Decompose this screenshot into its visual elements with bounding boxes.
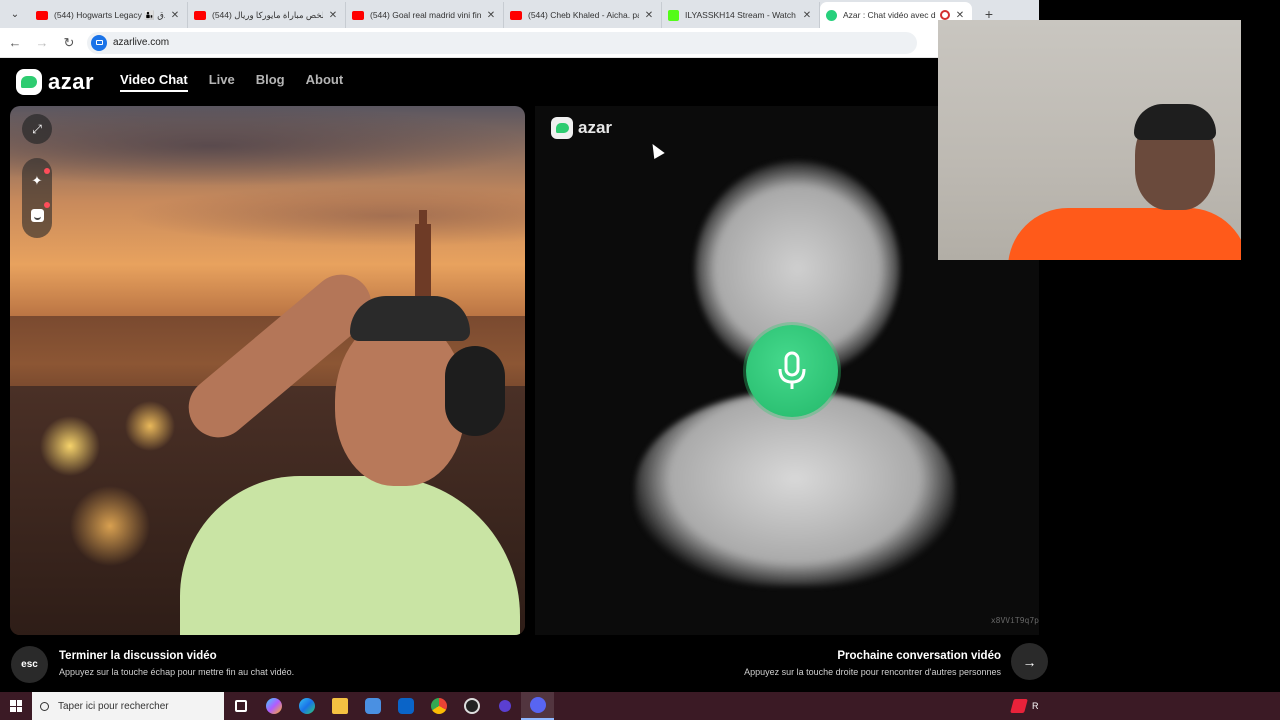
url-field[interactable]: azarlive.com: [87, 31, 917, 54]
tab-title: ILYASSKH14 Stream - Watch Liv...: [685, 10, 797, 20]
azar-logo-text: azar: [48, 69, 95, 94]
nav-blog[interactable]: Blog: [256, 72, 285, 92]
chrome-icon[interactable]: [422, 692, 455, 720]
youtube-icon: [194, 10, 206, 20]
windows-icon: [10, 700, 22, 712]
nav-live[interactable]: Live: [209, 72, 235, 92]
outlook-icon[interactable]: [389, 692, 422, 720]
next-chat-info: Prochaine conversation vidéo Appuyez sur…: [744, 650, 1001, 677]
windows-taskbar: Taper ici pour rechercher R: [0, 692, 1280, 720]
kick-icon: [668, 9, 679, 21]
remote-azar-logo: azar: [551, 117, 612, 139]
edge-icon[interactable]: [290, 692, 323, 720]
end-chat-hint: Appuyez sur la touche échap pour mettre …: [59, 667, 295, 677]
end-chat-info: Terminer la discussion vidéo Appuyez sur…: [59, 650, 294, 677]
video-tools: ⤢ ✦: [22, 114, 52, 238]
tab-title: (544) Goal real madrid vini final...: [370, 10, 481, 20]
face-mask-icon[interactable]: [26, 202, 50, 226]
webcam-overlay: [938, 20, 1241, 260]
browser-tab[interactable]: (544) Cheb Khaled - Aicha. para... ✕: [504, 2, 662, 28]
tab-title: (544) Hogwarts Legacy 👨‍👦 ق...: [54, 9, 165, 20]
azar-page: azar Video Chat Live Blog About ⤢ ✦ azar…: [0, 58, 1039, 692]
azar-logo[interactable]: azar: [16, 69, 94, 95]
azar-logo-icon: [551, 117, 573, 139]
user-cap: [350, 296, 470, 341]
close-tab-icon[interactable]: ✕: [801, 10, 813, 21]
next-chat-button[interactable]: →: [1011, 643, 1048, 680]
back-icon[interactable]: ←: [3, 31, 27, 55]
recording-icon: [940, 10, 950, 20]
browser-tab[interactable]: ILYASSKH14 Stream - Watch Liv... ✕: [662, 2, 820, 28]
azar-logo-icon: [16, 69, 42, 95]
tab-title: (544) ملخص مباراة مايوركا وريال...: [212, 9, 323, 20]
tray-text: R: [1032, 701, 1039, 711]
bottom-controls: esc Terminer la discussion vidéo Appuyez…: [0, 643, 1039, 692]
placeholder-silhouette-body: [635, 391, 955, 586]
copilot-icon[interactable]: [257, 692, 290, 720]
app-icon[interactable]: [488, 692, 521, 720]
site-info-icon[interactable]: [91, 34, 107, 51]
sparkle-filter-icon[interactable]: ✦: [26, 168, 50, 192]
next-chat-hint: Appuyez sur la touche droite pour rencon…: [744, 667, 1001, 677]
session-id: x8VViT9q7p: [990, 616, 1039, 625]
local-user: [100, 262, 525, 635]
taskbar-tray: R: [1010, 692, 1039, 720]
user-shirt: [180, 476, 520, 635]
close-tab-icon[interactable]: ✕: [954, 10, 966, 21]
browser-tab[interactable]: (544) Hogwarts Legacy 👨‍👦 ق... ✕: [30, 2, 188, 28]
browser-tab[interactable]: (544) Goal real madrid vini final... ✕: [346, 2, 504, 28]
close-tab-icon[interactable]: ✕: [643, 10, 655, 21]
screen: ⌄ (544) Hogwarts Legacy 👨‍👦 ق... ✕ (544)…: [0, 0, 1280, 720]
remote-logo-text: azar: [578, 118, 613, 137]
local-video: ⤢ ✦: [10, 106, 525, 635]
expand-icon[interactable]: ⤢: [22, 114, 52, 144]
discord-icon[interactable]: [521, 692, 554, 720]
close-tab-icon[interactable]: ✕: [485, 10, 497, 21]
close-tab-icon[interactable]: ✕: [327, 10, 339, 21]
microphone-icon: [778, 351, 806, 389]
tray-app-icon[interactable]: [1010, 699, 1028, 713]
close-tab-icon[interactable]: ✕: [169, 10, 181, 21]
tab-search-button[interactable]: ⌄: [4, 3, 26, 25]
task-view-icon[interactable]: [224, 692, 257, 720]
reload-icon[interactable]: ↻: [57, 31, 81, 55]
site-header: azar Video Chat Live Blog About: [16, 68, 364, 96]
streamer-shirt: [1008, 208, 1241, 260]
file-explorer-icon[interactable]: [323, 692, 356, 720]
arrow-right-icon: →: [1022, 653, 1037, 670]
microphone-button[interactable]: [746, 325, 838, 417]
youtube-icon: [352, 10, 364, 20]
youtube-icon: [36, 10, 48, 20]
tab-bar: ⌄ (544) Hogwarts Legacy 👨‍👦 ق... ✕ (544)…: [0, 0, 1039, 28]
tab-title: (544) Cheb Khaled - Aicha. para...: [528, 10, 639, 20]
youtube-icon: [510, 10, 522, 20]
end-chat-title: Terminer la discussion vidéo: [59, 650, 217, 662]
next-chat-title: Prochaine conversation vidéo: [837, 650, 1001, 662]
user-headphones: [445, 346, 505, 436]
nav-video-chat[interactable]: Video Chat: [120, 72, 188, 92]
browser-tab[interactable]: (544) ملخص مباراة مايوركا وريال... ✕: [188, 2, 346, 28]
taskbar-search-placeholder: Taper ici pour rechercher: [58, 700, 169, 712]
address-bar: ← → ↻ azarlive.com: [0, 28, 938, 58]
streamer-hair: [1134, 104, 1216, 140]
url-text: azarlive.com: [113, 37, 170, 48]
main-nav: Video Chat Live Blog About: [120, 72, 364, 92]
effects-toolbar: ✦: [22, 158, 52, 238]
azar-icon: [826, 9, 837, 21]
end-chat-button[interactable]: esc: [11, 646, 48, 683]
taskbar-search[interactable]: Taper ici pour rechercher: [32, 692, 224, 720]
start-button[interactable]: [0, 692, 32, 720]
nav-about[interactable]: About: [306, 72, 344, 92]
search-icon: [40, 701, 49, 711]
forward-icon[interactable]: →: [30, 31, 54, 55]
store-icon[interactable]: [356, 692, 389, 720]
tab-title: Azar : Chat vidéo avec de no...: [843, 10, 936, 20]
obs-icon[interactable]: [455, 692, 488, 720]
